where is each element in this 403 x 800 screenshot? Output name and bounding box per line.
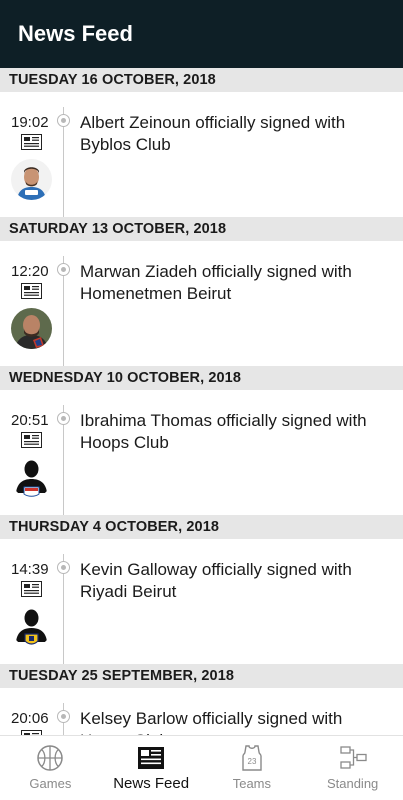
silhouette-icon xyxy=(11,606,52,647)
news-time: 14:39 xyxy=(11,561,49,578)
bracket-icon xyxy=(339,746,367,769)
news-item[interactable]: 20:51 Ibrahima Thomas officially signed … xyxy=(0,390,403,515)
player-avatar[interactable] xyxy=(11,159,52,200)
basketball-icon xyxy=(37,745,64,771)
jersey-number: 23 xyxy=(247,757,256,766)
newspaper-icon xyxy=(21,432,42,448)
news-time: 20:51 xyxy=(11,412,49,429)
nav-tab-label: News Feed xyxy=(113,775,190,792)
news-headline[interactable]: Kevin Galloway officially signed with Ri… xyxy=(80,559,389,603)
news-item[interactable]: 14:39 Kevin Galloway officially signed w… xyxy=(0,539,403,664)
timeline-dot xyxy=(57,114,70,127)
date-header: WEDNESDAY 10 OCTOBER, 2018 xyxy=(0,366,403,390)
date-header: TUESDAY 25 SEPTEMBER, 2018 xyxy=(0,664,403,688)
timeline-dot xyxy=(57,263,70,276)
timeline-dot xyxy=(57,412,70,425)
player-avatar[interactable] xyxy=(11,308,52,349)
news-headline[interactable]: Marwan Ziadeh officially signed with Hom… xyxy=(80,261,389,305)
app-bar: News Feed xyxy=(0,0,403,68)
player-avatar[interactable] xyxy=(11,606,52,647)
jersey-icon: 23 xyxy=(242,745,262,771)
player-photo-icon xyxy=(11,308,52,349)
news-time: 19:02 xyxy=(11,114,49,131)
news-feed-list[interactable]: TUESDAY 16 OCTOBER, 2018 19:02 Albert Ze… xyxy=(0,68,403,735)
nav-tab-label: Standing xyxy=(326,776,379,791)
news-headline[interactable]: Kelsey Barlow officially signed with Hoo… xyxy=(80,708,389,735)
date-header: SATURDAY 13 OCTOBER, 2018 xyxy=(0,217,403,241)
news-item[interactable]: 12:20 Marwan Ziadeh officially signed wi… xyxy=(0,241,403,366)
news-headline[interactable]: Albert Zeinoun officially signed with By… xyxy=(80,112,389,156)
news-item[interactable]: 19:02 Albert Zeinoun officially signed w… xyxy=(0,92,403,217)
date-header: THURSDAY 4 OCTOBER, 2018 xyxy=(0,515,403,539)
player-photo-icon xyxy=(11,159,52,200)
news-item[interactable]: 20:06 Kelsey Barlow officially signed wi… xyxy=(0,688,403,735)
timeline-dot xyxy=(57,710,70,723)
silhouette-icon xyxy=(11,457,52,498)
nav-tab-label: Teams xyxy=(232,776,272,791)
timeline-dot xyxy=(57,561,70,574)
player-avatar[interactable] xyxy=(11,457,52,498)
nav-tab-teams[interactable]: 23 Teams xyxy=(202,736,303,800)
nav-tab-label: Games xyxy=(29,776,72,791)
nav-tab-news-feed[interactable]: News Feed xyxy=(101,736,202,800)
nav-tab-standing[interactable]: Standing xyxy=(302,736,403,800)
newspaper-icon xyxy=(138,747,165,769)
newspaper-icon xyxy=(21,134,42,150)
bottom-navigation: Games News Feed 23 Teams Standing xyxy=(0,735,403,800)
page-title: News Feed xyxy=(18,21,133,46)
date-header: TUESDAY 16 OCTOBER, 2018 xyxy=(0,68,403,92)
newspaper-icon xyxy=(21,283,42,299)
nav-tab-games[interactable]: Games xyxy=(0,736,101,800)
news-time: 12:20 xyxy=(11,263,49,280)
news-headline[interactable]: Ibrahima Thomas officially signed with H… xyxy=(80,410,389,454)
news-time: 20:06 xyxy=(11,710,49,727)
newspaper-icon xyxy=(21,581,42,597)
